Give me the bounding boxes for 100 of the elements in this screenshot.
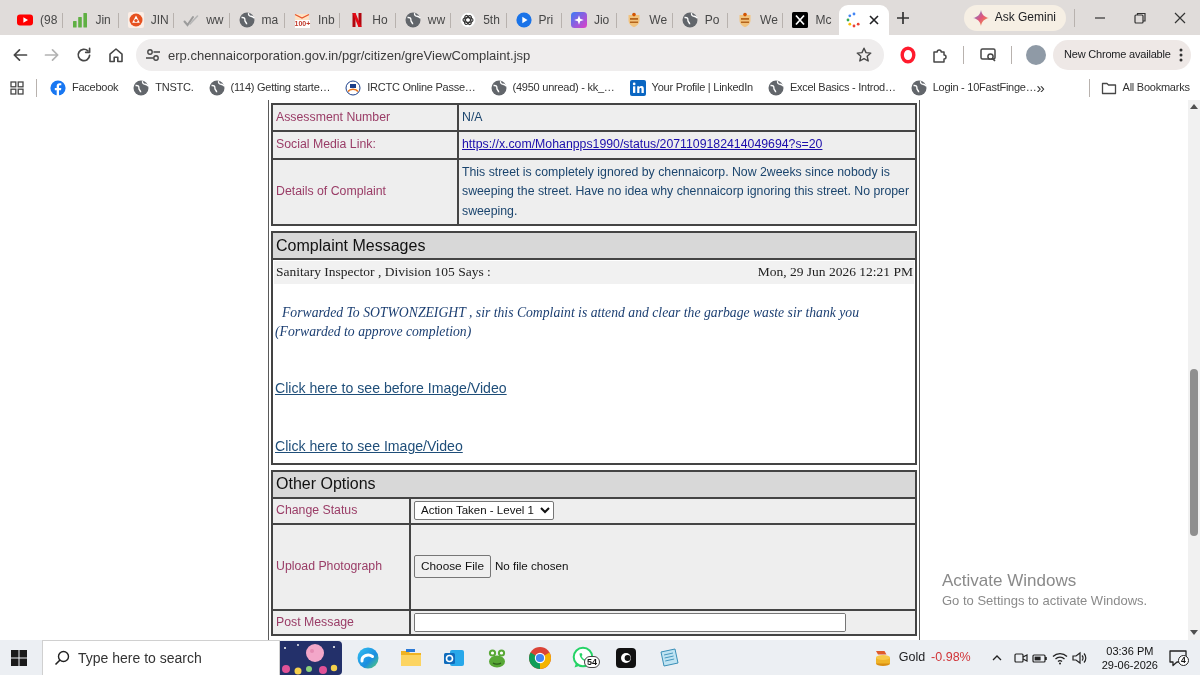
bookmark-item[interactable]: (114) Getting starte… — [208, 79, 331, 96]
search-icon — [54, 649, 70, 666]
browser-tab[interactable]: (98 — [8, 5, 64, 35]
back-icon[interactable] — [11, 46, 29, 64]
browser-tab[interactable]: Po — [672, 5, 729, 35]
label-cell: Upload Photograph — [272, 523, 410, 610]
scroll-down-icon[interactable] — [1190, 630, 1198, 635]
sparkle-icon — [972, 9, 989, 26]
label-cell: Social Media Link: — [272, 131, 458, 159]
value-cell: This street is completely ignored by chennaicorp. Now 2weeks since nobody is sweeping the street. Have no idea why chennaicorp ignoring this street. No proper sweeping. — [458, 159, 916, 225]
reload-icon[interactable] — [75, 46, 93, 64]
ask-gemini-button[interactable]: Ask Gemini — [963, 4, 1066, 31]
bookmark-item[interactable]: Facebook — [50, 79, 119, 96]
globe-icon — [490, 79, 507, 96]
bookmark-folder[interactable]: All Bookmarks — [1100, 79, 1190, 96]
bookmark-item[interactable]: IRCTC Online Passe… — [345, 79, 476, 96]
message-author: Sanitary Inspector , Division 105 Says : — [276, 263, 491, 281]
media-link[interactable]: Click here to see Image/Video — [275, 438, 463, 455]
bar-chart-icon — [72, 12, 89, 28]
site-settings-icon[interactable] — [145, 47, 161, 63]
before-media-link[interactable]: Click here to see before Image/Video — [275, 379, 507, 397]
volume-icon[interactable] — [1071, 650, 1088, 665]
social-media-link[interactable]: https://x.com/Mohanpps1990/status/2071109182414049694?s=20 — [462, 137, 823, 152]
browser-tab[interactable]: Ho — [340, 5, 396, 35]
notification-icon[interactable] — [1168, 648, 1188, 667]
value-cell: N/A — [458, 104, 916, 131]
star-icon[interactable] — [855, 46, 873, 64]
address-field[interactable]: erp.chennaicorporation.gov.in/pgr/citizen/greViewComplaint.jsp — [136, 39, 884, 71]
choose-file-button[interactable]: Choose File — [414, 554, 491, 579]
scroll-up-icon[interactable] — [1190, 104, 1198, 109]
segmented-circle-icon[interactable] — [527, 645, 552, 670]
message-text: Forwarded To SOTWONZEIGHT , sir this Complaint is attend and clear the garbage waste sir thank you — [282, 303, 861, 322]
square-logo-icon — [629, 79, 646, 96]
bookmark-item[interactable]: (4950 unread) - kk_… — [490, 79, 615, 96]
browser-tab[interactable]: Jio — [561, 5, 618, 35]
crest-icon — [626, 12, 643, 28]
home-icon[interactable] — [107, 46, 125, 64]
ticker-change: -0.98% — [931, 650, 971, 665]
section-header: Complaint Messages — [272, 232, 916, 259]
cross-tile-icon — [792, 12, 809, 28]
crest-icon — [737, 12, 754, 28]
more-icon — [1179, 48, 1183, 62]
bookmark-item[interactable]: Your Profile | LinkedIn — [629, 79, 753, 96]
browser-tab[interactable]: ww — [395, 5, 452, 35]
more-bookmarks-button[interactable]: » — [1036, 78, 1045, 97]
knot-icon — [460, 12, 477, 28]
restore-icon[interactable] — [1134, 11, 1146, 24]
puzzle-icon[interactable] — [931, 46, 949, 64]
close-icon[interactable] — [866, 13, 881, 27]
bookmark-item[interactable]: Login - 10FastFinge… — [910, 79, 1037, 96]
browser-tab[interactable]: Pri — [506, 5, 562, 35]
globe-icon — [238, 12, 255, 28]
emblem-icon — [345, 79, 362, 96]
play-circle-icon — [515, 12, 532, 28]
activation-title: Activate Windows — [942, 571, 1078, 591]
globe-icon — [910, 79, 927, 96]
label-cell: Details of Complaint — [272, 159, 458, 225]
globe-icon — [133, 79, 150, 96]
bookmark-item[interactable]: TNSTC. — [133, 79, 194, 96]
scrollbar-track[interactable] — [1188, 100, 1200, 640]
ring-icon[interactable] — [899, 46, 917, 64]
wifi-icon[interactable] — [1051, 650, 1068, 665]
close-icon[interactable] — [1174, 11, 1186, 24]
search-field[interactable]: Type here to search — [42, 640, 280, 675]
browser-tab[interactable]: 5th — [451, 5, 507, 35]
label-cell: Post Message — [272, 609, 410, 635]
browser-tab[interactable]: ma — [229, 5, 285, 35]
round-logo-icon — [50, 79, 66, 96]
globe-icon — [681, 12, 698, 28]
label-cell: Change Status — [272, 497, 410, 524]
browser-tab[interactable]: Jin — [63, 5, 119, 35]
swirl-logo-icon[interactable] — [355, 645, 380, 670]
browser-tab[interactable]: We — [617, 5, 673, 35]
browser-tab[interactable]: Mc — [783, 5, 839, 35]
bookmark-item[interactable]: Excel Basics - Introd… — [767, 79, 896, 96]
browser-tab[interactable]: We — [728, 5, 784, 35]
browser-tab[interactable]: ww — [174, 5, 230, 35]
spinner-icon — [845, 12, 862, 28]
activation-text: Go to Settings to activate Windows. — [942, 592, 1148, 609]
start-icon[interactable] — [11, 649, 27, 666]
screen-search-icon[interactable] — [979, 46, 997, 64]
browser-tab[interactable] — [838, 5, 889, 35]
clock-button[interactable]: 03:36 PM 29-06-2026 — [1097, 643, 1162, 672]
message-field[interactable] — [414, 612, 846, 632]
message-note: (Forwarded to approve completion) — [275, 322, 473, 341]
file-status-text: No file chosen — [494, 558, 569, 572]
apps-grid-icon[interactable] — [10, 80, 24, 95]
triangle-badge-icon — [127, 12, 144, 28]
update-button[interactable]: New Chrome available — [1053, 40, 1191, 70]
section-header: Other Options — [272, 470, 916, 498]
plus-icon[interactable] — [894, 9, 911, 26]
scrollbar-thumb[interactable] — [1190, 369, 1198, 536]
circle-tile-icon[interactable] — [613, 645, 638, 670]
profile-avatar[interactable] — [1026, 45, 1046, 65]
camera-icon[interactable] — [1013, 650, 1028, 665]
browser-tab[interactable]: JIN — [118, 5, 175, 35]
envelope-icon — [294, 12, 311, 20]
play-icon — [17, 12, 33, 28]
globe-icon — [404, 12, 421, 28]
status-select[interactable]: Action Taken - Level 1 — [414, 500, 554, 520]
